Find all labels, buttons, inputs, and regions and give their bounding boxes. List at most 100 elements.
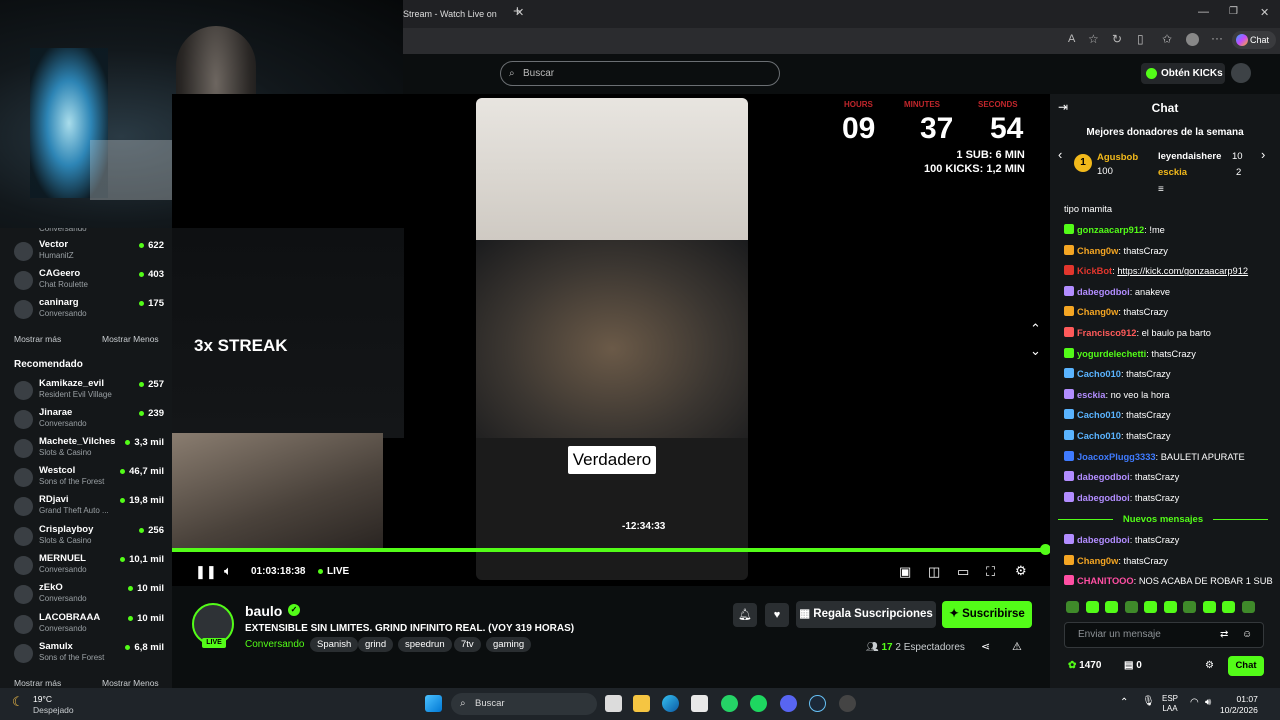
chat-username[interactable]: JoacoxPlugg3333 xyxy=(1077,452,1156,462)
favorite-star-icon[interactable]: ☆ xyxy=(1088,32,1099,46)
settings-gear-icon[interactable]: ⚙ xyxy=(1015,564,1027,578)
chat-username[interactable]: Cacho010 xyxy=(1077,369,1121,379)
search-input[interactable]: ⌕ Buscar xyxy=(500,61,780,86)
browser-tab[interactable]: Stream - Watch Live on xyxy=(403,4,503,24)
sidebar-item-rec[interactable]: Machete_Vilches Slots & Casino 3,3 mil xyxy=(14,436,164,464)
tray-chevron-icon[interactable]: ⌃ xyxy=(1120,697,1128,708)
chat-message-input[interactable]: Enviar un mensaje xyxy=(1064,622,1264,648)
chat-username[interactable]: yogurdelechetti xyxy=(1077,349,1146,359)
sidebar-item-caninarg[interactable]: caninarg Conversando 175 xyxy=(14,297,164,325)
sidebar-item-rec[interactable]: Kamikaze_evil Resident Evil Village 257 xyxy=(14,378,164,406)
chat-username[interactable]: CHANITOOO xyxy=(1077,576,1134,586)
sidebar-item-rec[interactable]: Crisplayboy Slots & Casino 256 xyxy=(14,524,164,552)
minimize-icon[interactable]: — xyxy=(1198,6,1209,18)
taskbar-search[interactable]: ⌕ Buscar xyxy=(451,693,597,715)
emote-icon[interactable] xyxy=(1066,601,1079,613)
read-aloud-icon[interactable]: A xyxy=(1068,33,1075,45)
whatsapp-icon[interactable] xyxy=(721,695,738,712)
spotify-icon[interactable] xyxy=(750,695,767,712)
task-view-icon[interactable] xyxy=(605,695,622,712)
file-explorer-icon[interactable] xyxy=(633,695,650,712)
pause-icon[interactable]: ❚❚ xyxy=(195,565,217,579)
emote-icon[interactable] xyxy=(1222,601,1235,613)
chat-username[interactable]: Cacho010 xyxy=(1077,431,1121,441)
chat-username[interactable]: gonzaacarp912 xyxy=(1077,225,1144,235)
volume-icon[interactable]: 🔈︎ xyxy=(224,564,232,578)
sidebar-item-rec[interactable]: Samulx Sons of the Forest 6,8 mil xyxy=(14,641,164,669)
chat-username[interactable]: esckia xyxy=(1077,390,1105,400)
stream-category-link[interactable]: Conversando xyxy=(245,639,304,650)
chat-username[interactable]: dabegodboi xyxy=(1077,287,1130,297)
sidebar-item-vector[interactable]: Vector HumanitZ 622 xyxy=(14,239,164,267)
chat-username[interactable]: KickBot xyxy=(1077,266,1112,276)
chat-username[interactable]: Chang0w xyxy=(1077,307,1118,317)
share-icon[interactable]: ⋖ xyxy=(981,640,990,653)
speaker-icon[interactable]: 🔊︎ xyxy=(1205,697,1211,708)
gift-subs-button[interactable]: ▦ Regala Suscripciones xyxy=(796,601,936,628)
network-icon[interactable]: ◠ xyxy=(1190,697,1199,708)
emote-icon[interactable] xyxy=(1124,601,1138,613)
sidebar-item-rec[interactable]: zEkO Conversando 10 mil xyxy=(14,582,164,610)
profile-avatar[interactable] xyxy=(1186,33,1199,46)
emote-icon[interactable] xyxy=(1085,601,1099,613)
copilot-chat-button[interactable]: Chat xyxy=(1232,31,1276,49)
channel-points[interactable]: ✿ 1470 xyxy=(1068,660,1101,671)
edge-icon[interactable] xyxy=(662,695,679,712)
chat-send-button[interactable]: Chat xyxy=(1228,656,1264,676)
sidebar-item-rec[interactable]: Westcol Sons of the Forest 46,7 mil xyxy=(14,465,164,493)
user-avatar[interactable] xyxy=(1231,63,1251,83)
chat-username[interactable]: Chang0w xyxy=(1077,246,1118,256)
sidebar-item-rec[interactable]: MERNUEL Conversando 10,1 mil xyxy=(14,553,164,581)
system-clock[interactable]: 01:07 10/2/2026 xyxy=(1220,694,1258,716)
sidebar-item-cageero[interactable]: CAGeero Chat Roulette 403 xyxy=(14,268,164,296)
more-menu-icon[interactable]: ··· xyxy=(1211,31,1223,45)
filter-icon[interactable]: ≡ xyxy=(1158,184,1164,195)
chevron-right-icon[interactable]: › xyxy=(1261,147,1265,162)
chat-username[interactable]: Chang0w xyxy=(1077,556,1118,566)
restore-icon[interactable]: ❐ xyxy=(1229,6,1238,17)
chat-text[interactable]: https://kick.com/gonzaacarp912 xyxy=(1117,266,1248,276)
show-more-link[interactable]: Mostrar más xyxy=(14,678,61,688)
windows-start-icon[interactable] xyxy=(425,695,442,712)
progress-bar[interactable] xyxy=(172,548,1046,552)
notifications-bell-button[interactable]: 🔔︎ xyxy=(733,603,757,627)
close-window-icon[interactable]: ✕ xyxy=(1260,6,1269,19)
emote-icon[interactable] xyxy=(1105,601,1118,613)
mic-icon[interactable]: 🎙︎ xyxy=(1142,696,1155,707)
store-counter[interactable]: ▤ 0 xyxy=(1124,660,1142,671)
steam-icon[interactable] xyxy=(809,695,826,712)
emote-icon[interactable] xyxy=(1183,601,1196,613)
new-tab-button[interactable]: + xyxy=(512,3,522,20)
streamer-name[interactable]: baulo xyxy=(245,603,282,619)
chat-username[interactable]: Francisco912 xyxy=(1077,328,1136,338)
theater-mode-icon[interactable]: ▭ xyxy=(957,565,969,579)
tag-chip[interactable]: gaming xyxy=(486,637,532,652)
clip-icon[interactable]: ◫ xyxy=(928,565,940,579)
refresh-icon[interactable]: ↻ xyxy=(1112,32,1122,46)
emote-icon[interactable] xyxy=(1144,601,1157,613)
live-indicator[interactable]: LIVE xyxy=(318,566,349,577)
sidebar-item-rec[interactable]: RDjavi Grand Theft Auto ... 19,8 mil xyxy=(14,494,164,522)
show-less-link[interactable]: Mostrar Menos xyxy=(102,678,159,688)
favorites-icon[interactable]: ✩ xyxy=(1162,32,1172,46)
chat-username[interactable]: dabegodboi xyxy=(1077,535,1130,545)
discord-icon[interactable] xyxy=(780,695,797,712)
sidebar-item-rec[interactable]: LACOBRAAA Conversando 10 mil xyxy=(14,612,164,640)
chat-username[interactable]: dabegodboi xyxy=(1077,493,1130,503)
fullscreen-icon[interactable]: ⛶ xyxy=(986,565,995,579)
emote-icon[interactable] xyxy=(1202,601,1216,613)
emoji-icon[interactable]: ☺ xyxy=(1242,629,1252,640)
tag-chip[interactable]: speedrun xyxy=(398,637,452,652)
emote-icon[interactable] xyxy=(1163,601,1177,613)
tag-chip[interactable]: Spanish xyxy=(310,637,359,652)
subscribe-button[interactable]: ✦ Suscribirse xyxy=(942,601,1032,628)
show-less-link[interactable]: Mostrar Menos xyxy=(102,334,159,344)
translate-icon[interactable]: ⇄ xyxy=(1220,629,1228,640)
show-more-link[interactable]: Mostrar más xyxy=(14,334,61,344)
sidebar-item-rec[interactable]: Jinarae Conversando 239 xyxy=(14,407,164,435)
tag-chip[interactable]: grind xyxy=(358,637,394,652)
pip-icon[interactable]: ▣ xyxy=(899,565,911,579)
snipping-tool-icon[interactable] xyxy=(691,695,708,712)
emote-icon[interactable] xyxy=(1241,601,1255,613)
chat-username[interactable]: Cacho010 xyxy=(1077,410,1121,420)
